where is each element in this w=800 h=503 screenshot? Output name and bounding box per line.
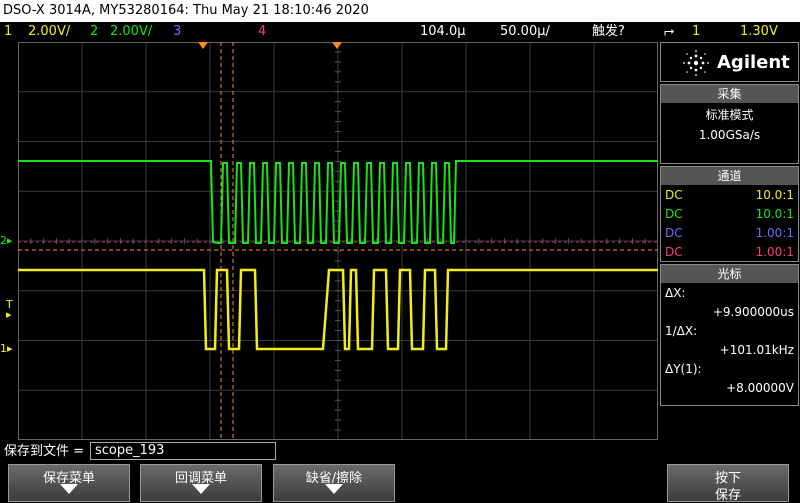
delta-x-label: ΔX: <box>665 286 686 300</box>
ch2-number[interactable]: 2 <box>90 22 98 42</box>
delta-x-value-row: +9.900000us <box>661 302 798 321</box>
ch4-probe: 1.00:1 <box>755 245 794 259</box>
ch1-ground-marker[interactable]: 1▸ <box>0 342 13 355</box>
ch2-marker-arrow-icon: ▸ <box>7 234 13 247</box>
ch2-ground-marker[interactable]: 2▸ <box>0 234 13 247</box>
trigger-mode[interactable]: 触发? <box>592 22 625 42</box>
acquire-section: 采集 标准模式 1.00GSa/s <box>660 84 799 164</box>
cursor-section: 光标 ΔX: +9.900000us 1/ΔX: +101.01kHz ΔY(1… <box>660 264 799 406</box>
ch2-coupling: DC <box>665 207 683 221</box>
agilent-spark-icon <box>683 50 709 76</box>
ch2-marker-label: 2 <box>0 234 7 247</box>
acquire-mode: 标准模式 <box>705 108 754 122</box>
trigger-level[interactable]: 1.30V <box>740 22 778 42</box>
waveform-canvas[interactable] <box>17 41 659 441</box>
channels-header: 通道 <box>661 167 798 185</box>
trigger-level-marker[interactable]: T ▸ <box>6 299 13 321</box>
ch3-coupling: DC <box>665 226 683 240</box>
ch3-probe: 1.00:1 <box>755 226 794 240</box>
channel-3-row: DC 1.00:1 <box>661 223 798 243</box>
delta-y-label-row: ΔY(1): <box>661 359 798 378</box>
channel-status-bar: 1 2.00V/ 2 2.00V/ 3 4 104.0µ 50.00µ/ 触发?… <box>0 22 800 42</box>
info-panel: Agilent 采集 标准模式 1.00GSa/s 通道 DC 10.0:1 D… <box>660 42 800 440</box>
ch1-number[interactable]: 1 <box>4 22 12 42</box>
delta-y-value-row: +8.00000V <box>661 378 798 397</box>
sample-rate: 1.00GSa/s <box>698 128 761 142</box>
inv-delta-x-label-row: 1/ΔX: <box>661 321 798 340</box>
ch1-scale[interactable]: 2.00V/ <box>28 22 70 42</box>
brand-name: Agilent <box>717 52 790 73</box>
ch1-marker-label: 1 <box>0 342 7 355</box>
timebase-delay[interactable]: 104.0µ <box>420 22 466 42</box>
trigger-edge-icon: ⮣ <box>664 24 675 39</box>
file-name-field[interactable]: scope_193 <box>90 442 276 460</box>
trigger-marker-arrow-icon: ▸ <box>6 308 12 321</box>
inv-delta-x-value-row: +101.01kHz <box>661 340 798 359</box>
trigger-position-icon <box>198 42 208 49</box>
ch1-probe: 10.0:1 <box>755 188 794 202</box>
ch4-number[interactable]: 4 <box>258 22 266 42</box>
time-per-division[interactable]: 50.00µ/ <box>500 22 550 42</box>
waveform-display[interactable] <box>17 41 659 441</box>
inv-delta-x-value: +101.01kHz <box>719 343 794 357</box>
save-menu-softkey[interactable]: 保存菜单 <box>8 464 130 502</box>
ch1-coupling: DC <box>665 188 683 202</box>
delta-x-value: +9.900000us <box>712 305 794 319</box>
ch3-number[interactable]: 3 <box>173 22 181 42</box>
time-reference-icon <box>332 42 342 49</box>
softkey-bar: 保存到文件 = scope_193 保存菜单 回调菜单 缺省/擦除 按下 保存 <box>0 440 800 503</box>
down-arrow-icon <box>60 484 78 494</box>
cursor-header: 光标 <box>661 265 798 283</box>
delta-x-label-row: ΔX: <box>661 283 798 302</box>
save-file-label: 保存到文件 = <box>4 444 85 459</box>
channel-1-row: DC 10.0:1 <box>661 185 798 205</box>
trigger-source[interactable]: 1 <box>692 22 700 42</box>
channels-section: 通道 DC 10.0:1 DC 10.0:1 DC 1.00:1 DC 1.00… <box>660 166 799 262</box>
default-erase-softkey[interactable]: 缺省/擦除 <box>273 464 395 502</box>
brand-logo: Agilent <box>660 42 799 82</box>
delta-y-label: ΔY(1): <box>665 362 702 376</box>
acquire-header: 采集 <box>661 85 798 103</box>
press-to-save-softkey[interactable]: 按下 保存 <box>667 464 789 503</box>
down-arrow-icon <box>192 484 210 494</box>
down-arrow-icon <box>325 484 343 494</box>
ch1-marker-arrow-icon: ▸ <box>7 342 13 355</box>
channel-2-row: DC 10.0:1 <box>661 204 798 224</box>
channel-4-row: DC 1.00:1 <box>661 242 798 262</box>
ch4-coupling: DC <box>665 245 683 259</box>
delta-y-value: +8.00000V <box>726 381 794 395</box>
ch2-scale[interactable]: 2.00V/ <box>110 22 152 42</box>
window-title: DSO-X 3014A, MY53280164: Thu May 21 18:1… <box>0 0 800 22</box>
ch2-probe: 10.0:1 <box>755 207 794 221</box>
recall-menu-softkey[interactable]: 回调菜单 <box>140 464 262 502</box>
inv-delta-x-label: 1/ΔX: <box>665 324 698 338</box>
save-label: 保存 <box>714 488 741 503</box>
